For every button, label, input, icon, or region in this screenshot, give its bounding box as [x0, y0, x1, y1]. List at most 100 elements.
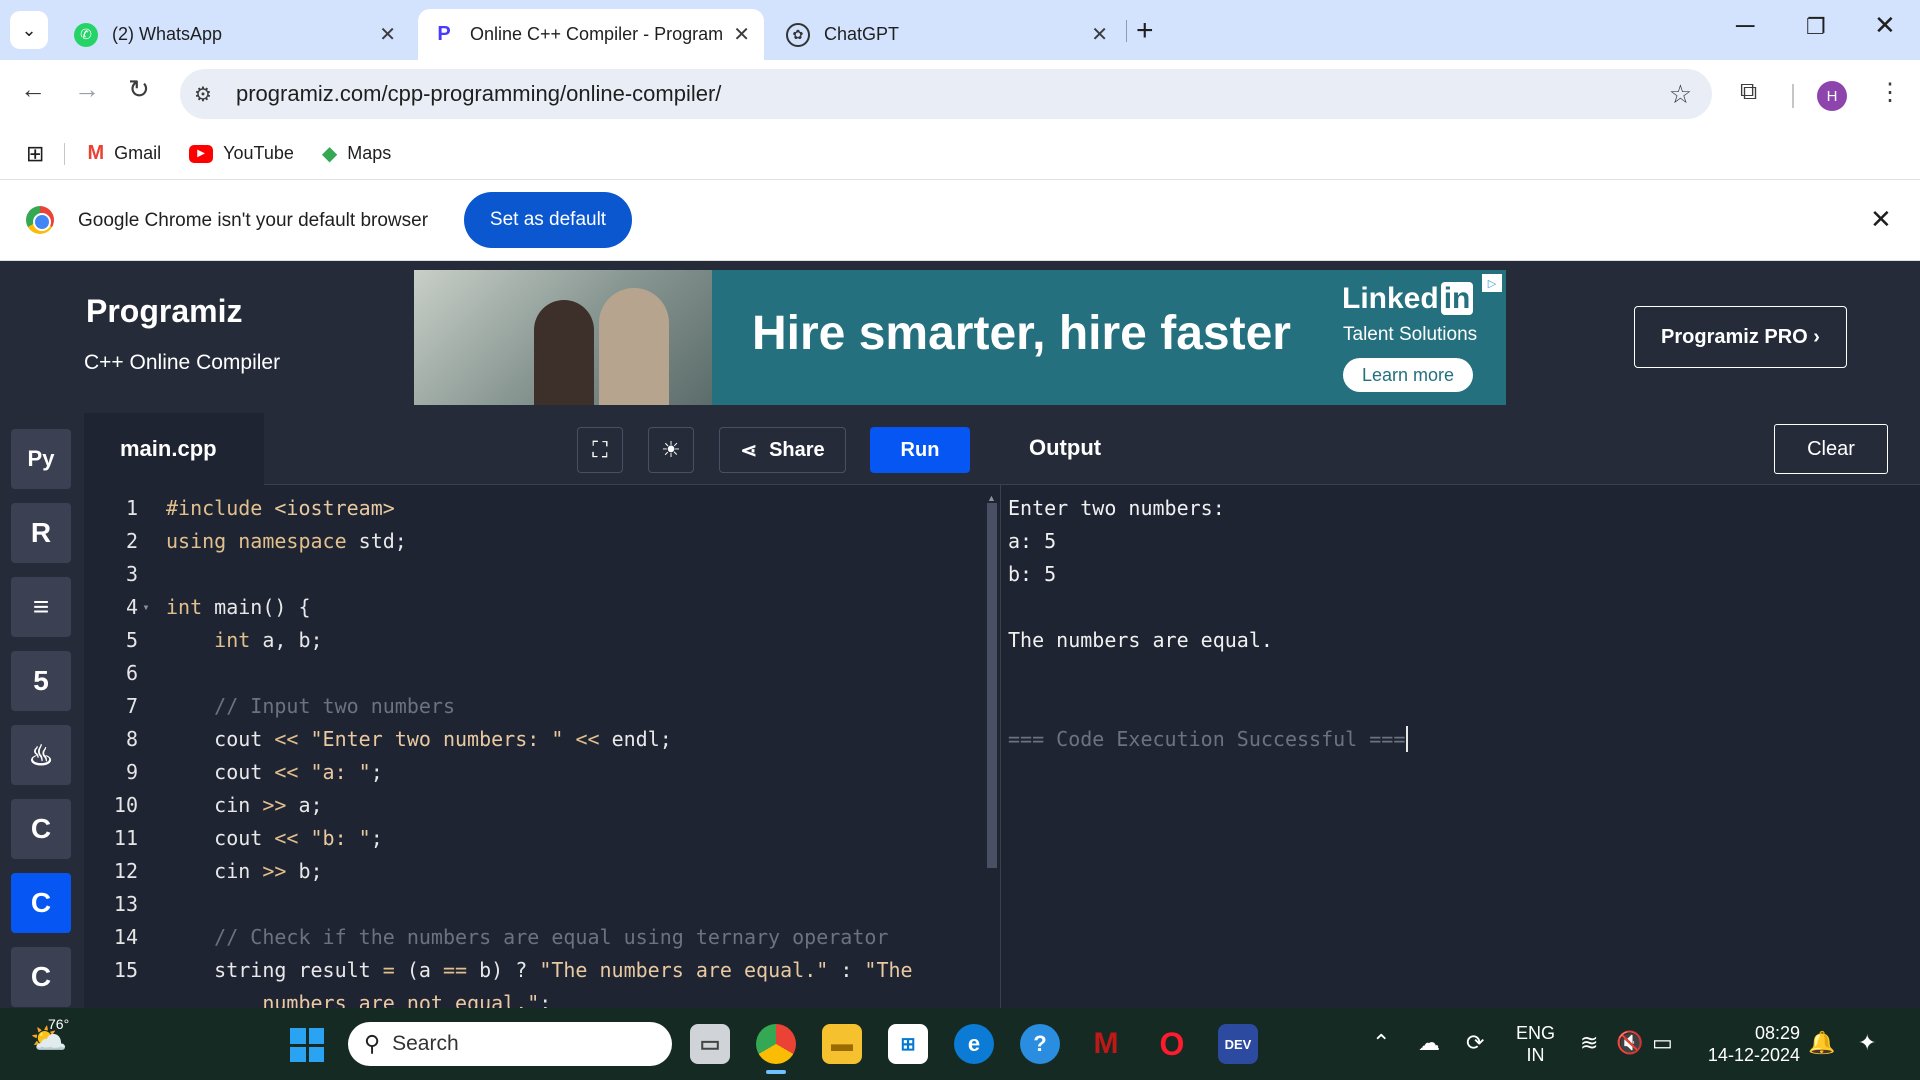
windows-start-icon[interactable] [290, 1028, 324, 1062]
site-info-icon[interactable]: ⚙ [194, 82, 222, 107]
programiz-pro-button[interactable]: Programiz PRO › [1634, 306, 1847, 368]
tab-programiz[interactable]: P Online C++ Compiler - Program ✕ [418, 9, 764, 60]
battery-icon[interactable]: ▭ [1652, 1030, 1673, 1056]
code-line[interactable]: 5 int a, b; [84, 623, 984, 656]
forward-icon[interactable]: → [74, 74, 100, 105]
apps-grid-icon[interactable]: ⊞ [26, 141, 44, 167]
code-line[interactable]: 10 cin >> a; [84, 788, 984, 821]
close-window-button[interactable]: ✕ [1874, 10, 1896, 41]
extensions-icon[interactable]: ⧉ [1740, 78, 1757, 106]
code-line[interactable]: 14 // Check if the numbers are equal usi… [84, 920, 984, 953]
ad-person [599, 288, 669, 405]
notifications-bell-icon[interactable]: 🔔 [1808, 1030, 1835, 1056]
address-bar[interactable]: ⚙ programiz.com/cpp-programming/online-c… [180, 69, 1712, 119]
show-hidden-icons-chevron-icon[interactable]: ⌃ [1372, 1030, 1390, 1056]
code-line[interactable]: 3 [84, 557, 984, 590]
language-indicator[interactable]: ENG IN [1516, 1022, 1555, 1066]
code-line[interactable]: 11 cout << "b: "; [84, 821, 984, 854]
sync-icon[interactable]: ⟳ [1466, 1030, 1484, 1056]
output-line: The numbers are equal. [1008, 627, 1273, 652]
restore-button[interactable]: ❐ [1806, 14, 1826, 40]
microsoft-store-icon[interactable]: ⊞ [888, 1024, 928, 1064]
fold-arrow-icon[interactable]: ▾ [138, 600, 154, 614]
cpp-language-icon[interactable]: C [11, 873, 71, 933]
bookmark-maps[interactable]: ◆ Maps [322, 141, 391, 166]
r-language-icon[interactable]: R [11, 503, 71, 563]
tab-search-button[interactable]: ⌄ [10, 11, 48, 49]
html5-icon[interactable]: 5 [11, 651, 71, 711]
bookmark-gmail[interactable]: M Gmail [87, 142, 161, 165]
tab-title: Online C++ Compiler - Program [470, 24, 724, 44]
code-line[interactable]: 12 cin >> b; [84, 854, 984, 887]
tab-chatgpt[interactable]: ✿ ChatGPT ✕ [772, 9, 1122, 60]
editor-scrollbar[interactable]: ▲ [984, 493, 998, 1008]
profile-avatar[interactable]: H [1817, 81, 1847, 111]
close-tab-icon[interactable]: ✕ [1091, 22, 1108, 47]
opera-icon[interactable]: O [1152, 1024, 1192, 1064]
compiler-subtitle: C++ Online Compiler [84, 351, 281, 374]
share-button[interactable]: ⋖ Share [719, 427, 846, 473]
run-button[interactable]: Run [870, 427, 970, 473]
copilot-icon[interactable]: ✦ [1858, 1030, 1876, 1056]
volume-muted-icon[interactable]: 🔇 [1616, 1030, 1643, 1056]
bookmark-star-icon[interactable]: ☆ [1669, 79, 1692, 110]
file-explorer-icon[interactable]: ▬ [822, 1024, 862, 1064]
chrome-taskbar-icon[interactable] [756, 1024, 796, 1074]
clear-button[interactable]: Clear [1774, 424, 1888, 474]
code-line[interactable]: 15 string result = (a == b) ? "The numbe… [84, 953, 984, 986]
set-default-button[interactable]: Set as default [464, 192, 632, 248]
close-infobar-icon[interactable]: ✕ [1870, 204, 1892, 235]
ad-learn-more-button[interactable]: Learn more [1343, 358, 1473, 392]
code-line[interactable]: 7 // Input two numbers [84, 689, 984, 722]
edge-icon[interactable]: e [954, 1024, 994, 1064]
code-line[interactable]: 6 [84, 656, 984, 689]
minimize-button[interactable]: ─ [1736, 10, 1754, 41]
code-area[interactable]: 1 #include <iostream> 2 using namespace std… [84, 485, 984, 1009]
code-line[interactable]: 4 ▾ int main() { [84, 590, 984, 623]
reload-icon[interactable]: ↻ [128, 74, 150, 105]
bookmark-youtube[interactable]: ▶ YouTube [189, 143, 294, 164]
tab-whatsapp[interactable]: ✆ (2) WhatsApp ✕ [60, 9, 410, 60]
scroll-up-icon[interactable]: ▲ [987, 493, 996, 503]
menu-kebab-icon[interactable]: ⋮ [1878, 78, 1902, 107]
task-view-icon[interactable]: ▭ [690, 1024, 730, 1064]
url-text[interactable]: programiz.com/cpp-programming/online-com… [236, 81, 721, 107]
code-line[interactable]: 9 cout << "a: "; [84, 755, 984, 788]
system-clock[interactable]: 08:29 14-12-2024 [1700, 1022, 1800, 1066]
weather-widget[interactable]: ⛅ 76° [30, 1016, 70, 1062]
clock-date: 14-12-2024 [1707, 1045, 1800, 1065]
close-tab-icon[interactable]: ✕ [379, 22, 396, 47]
line-number: 1 [125, 495, 138, 520]
close-tab-icon[interactable]: ✕ [733, 22, 750, 47]
new-tab-button[interactable]: + [1136, 14, 1154, 48]
code-line[interactable]: 8 cout << "Enter two numbers: " << endl; [84, 722, 984, 755]
taskbar-search[interactable]: ⚲ Search [348, 1022, 672, 1066]
code-line[interactable]: 2 using namespace std; [84, 524, 984, 557]
dev-cpp-icon[interactable]: DEV [1218, 1024, 1258, 1064]
file-tab-main-cpp[interactable]: main.cpp [84, 413, 264, 485]
mcafee-icon[interactable]: M [1086, 1024, 1126, 1064]
back-icon[interactable]: ← [20, 74, 46, 105]
bookmarks-bar: ⊞ M Gmail ▶ YouTube ◆ Maps [0, 128, 1920, 180]
csharp-language-icon[interactable]: C [11, 947, 71, 1007]
programiz-logo[interactable]: Programiz [86, 293, 242, 330]
programiz-icon: P [437, 23, 451, 45]
code-line[interactable]: 1 #include <iostream> [84, 491, 984, 524]
code-line[interactable]: numbers are not equal."; [84, 986, 984, 1009]
advertisement-banner[interactable]: Hire smarter, hire faster Linked in Talen… [414, 270, 1506, 405]
get-help-icon[interactable]: ? [1020, 1024, 1060, 1064]
code-text: #include <iostream> [166, 495, 395, 520]
adchoices-icon[interactable]: ▷ [1482, 274, 1502, 292]
search-icon: ⚲ [364, 1031, 381, 1056]
code-line[interactable]: 13 [84, 887, 984, 920]
ad-tagline: Talent Solutions [1343, 324, 1478, 345]
python-icon[interactable]: Py [11, 429, 71, 489]
onedrive-icon[interactable]: ☁ [1418, 1030, 1440, 1056]
java-icon[interactable]: ♨ [11, 725, 71, 785]
theme-toggle-sun-icon[interactable]: ☀ [648, 427, 694, 473]
c-language-icon[interactable]: C [11, 799, 71, 859]
fullscreen-icon[interactable]: ⛶ [577, 427, 623, 473]
sql-database-icon[interactable]: ≡ [11, 577, 71, 637]
scrollbar-thumb[interactable] [987, 503, 997, 868]
wifi-icon[interactable]: ≋ [1580, 1030, 1598, 1056]
